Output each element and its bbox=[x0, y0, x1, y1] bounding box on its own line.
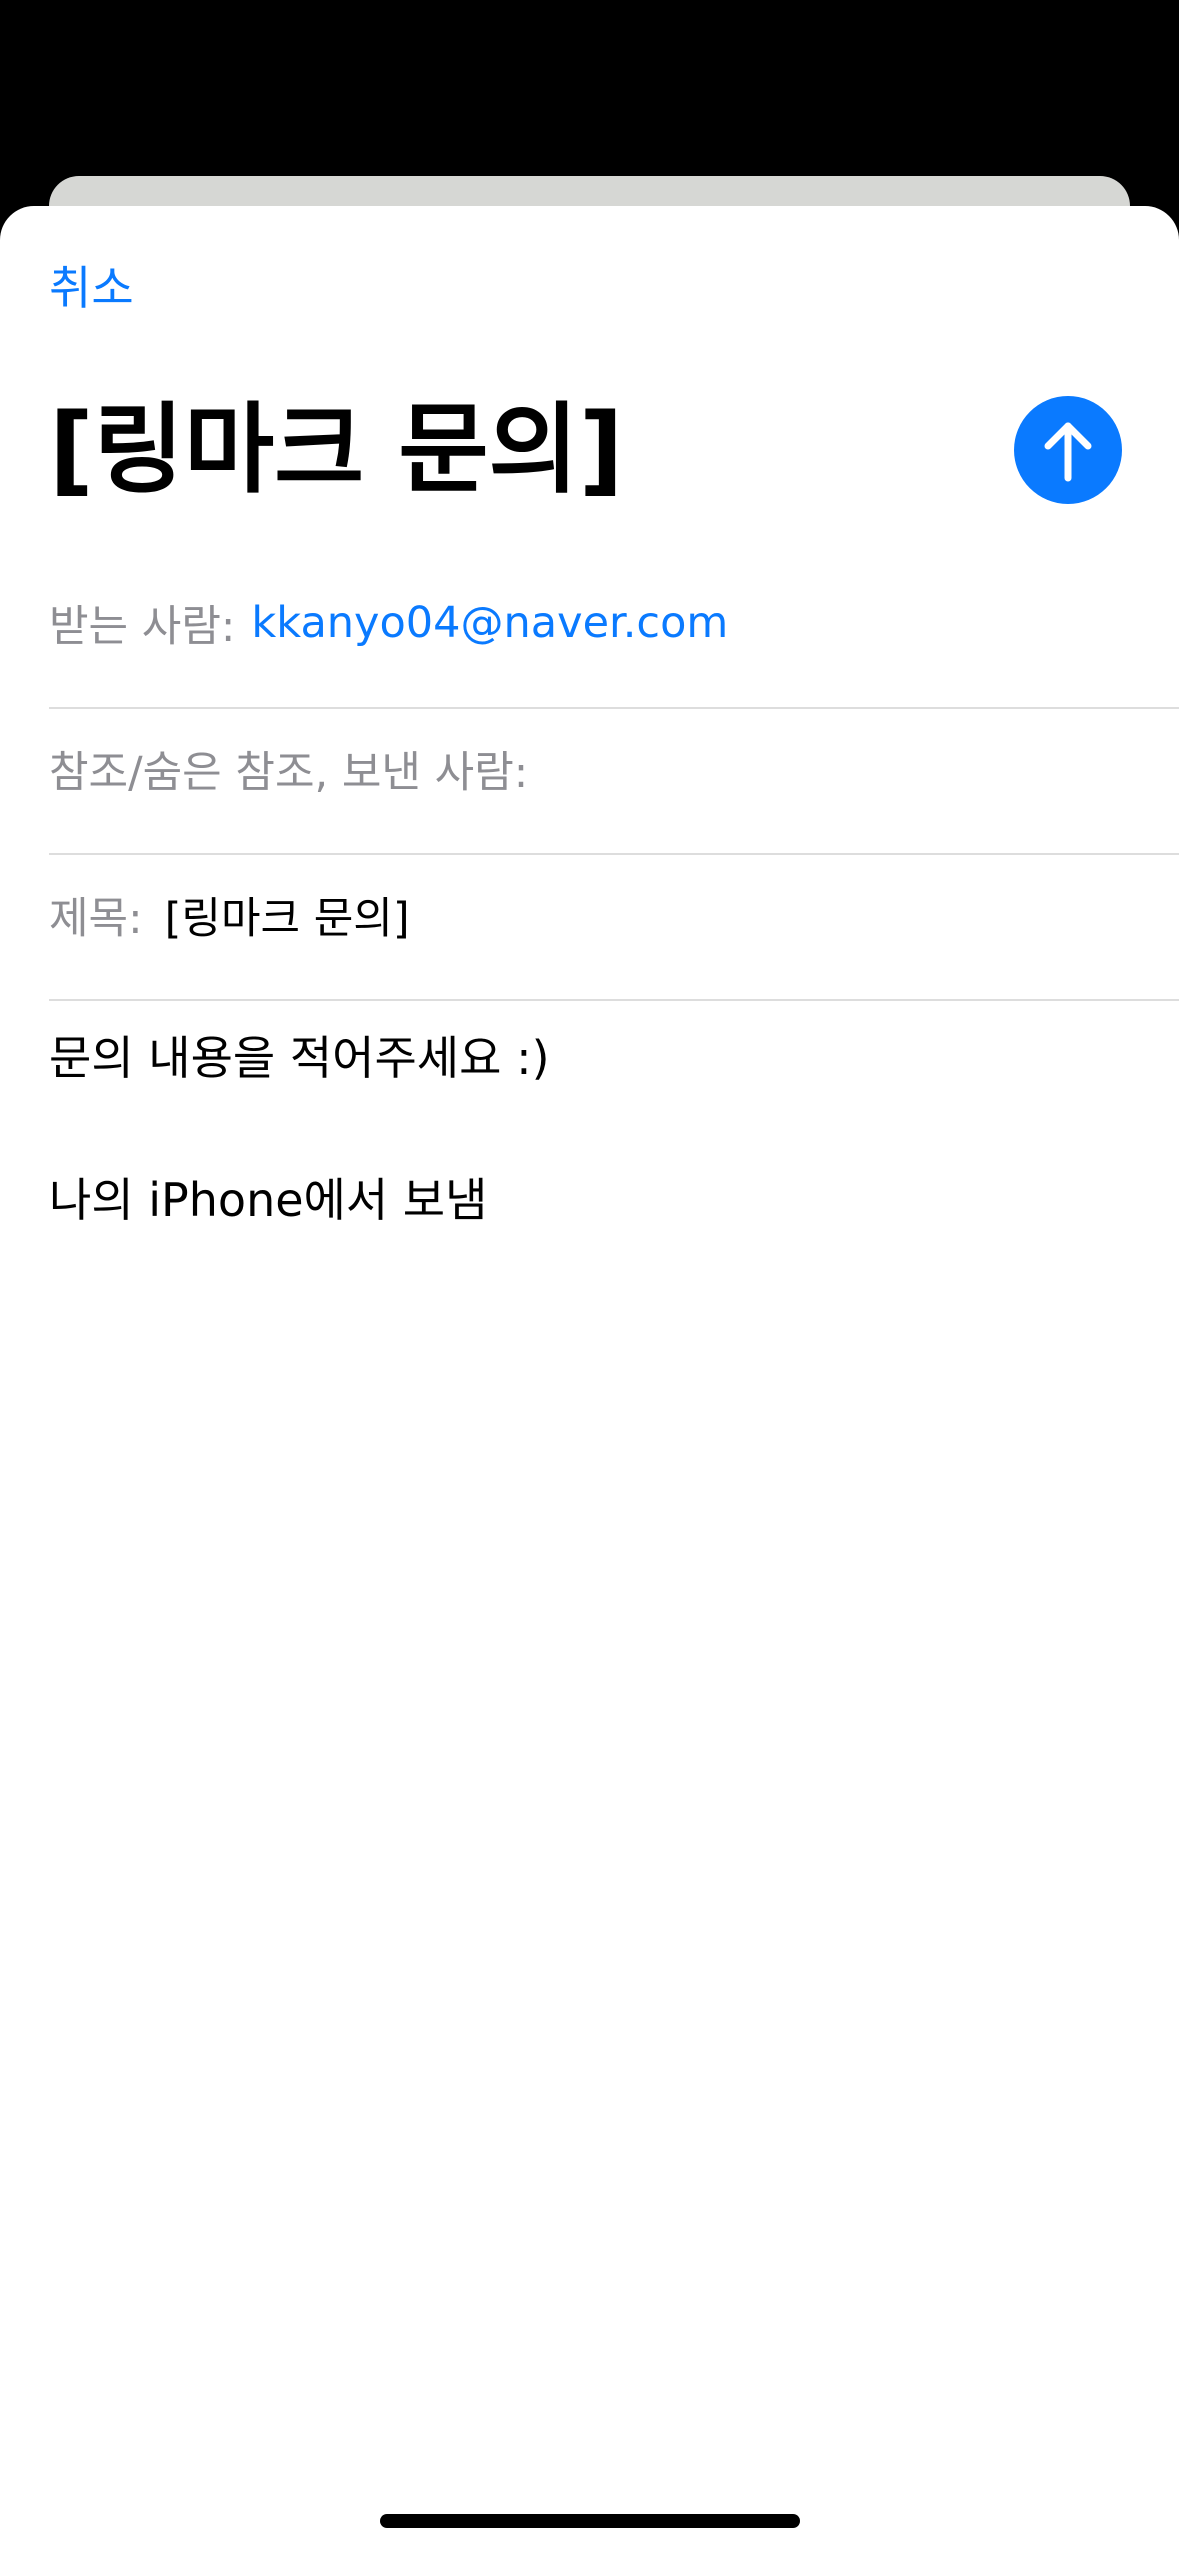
cc-bcc-field[interactable]: 참조/숨은 참조, 보낸 사람: bbox=[49, 709, 1179, 855]
arrow-up-icon bbox=[1044, 422, 1092, 482]
message-body[interactable]: 문의 내용을 적어주세요 :) bbox=[49, 1026, 550, 1090]
recipient-token[interactable]: kkanyo04@naver.com bbox=[251, 598, 728, 648]
mail-compose-screen: 취소 [링마크 문의] 받는 사람: kkanyo04@naver.com 참조… bbox=[0, 0, 1179, 2556]
send-button[interactable] bbox=[1014, 396, 1122, 504]
to-field[interactable]: 받는 사람: kkanyo04@naver.com bbox=[49, 563, 1179, 709]
compose-title: [링마크 문의] bbox=[49, 393, 624, 507]
compose-sheet bbox=[0, 206, 1179, 2556]
cc-bcc-label: 참조/숨은 참조, 보낸 사람: bbox=[49, 748, 529, 798]
subject-field[interactable]: 제목: [링마크 문의] bbox=[49, 855, 1179, 1001]
cc-bcc-input[interactable] bbox=[548, 741, 1148, 797]
subject-input[interactable]: [링마크 문의] bbox=[165, 884, 410, 946]
home-indicator[interactable] bbox=[380, 2514, 800, 2528]
cancel-button[interactable]: 취소 bbox=[49, 256, 134, 320]
signature[interactable]: 나의 iPhone에서 보냄 bbox=[49, 1168, 487, 1232]
to-label: 받는 사람: bbox=[49, 602, 236, 652]
subject-label: 제목: bbox=[49, 894, 143, 944]
